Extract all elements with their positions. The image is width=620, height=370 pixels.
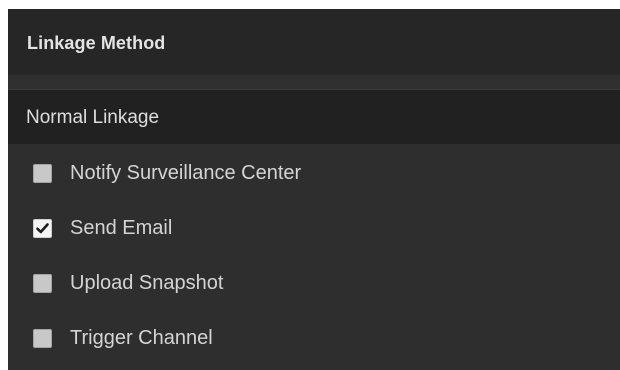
panel-title: Linkage Method [27, 33, 166, 53]
checkmark-icon [36, 223, 49, 234]
linkage-method-panel: Linkage Method Normal Linkage Notify Sur… [8, 9, 620, 370]
trigger-channel-checkbox[interactable] [33, 329, 52, 348]
linkage-options-list: Notify Surveillance Center Send Email Up… [8, 145, 620, 370]
option-notify-surveillance-center[interactable]: Notify Surveillance Center [8, 154, 620, 194]
send-email-checkbox[interactable] [33, 219, 52, 238]
option-upload-snapshot[interactable]: Upload Snapshot [8, 264, 620, 304]
upload-snapshot-checkbox[interactable] [33, 274, 52, 293]
option-label: Upload Snapshot [70, 272, 224, 294]
option-label: Send Email [70, 217, 173, 239]
header-divider [8, 75, 620, 89]
panel-header: Linkage Method [8, 9, 620, 75]
notify-surveillance-center-checkbox[interactable] [33, 164, 52, 183]
option-send-email[interactable]: Send Email [8, 209, 620, 249]
option-trigger-channel[interactable]: Trigger Channel [8, 319, 620, 359]
section-title: Normal Linkage [26, 107, 160, 128]
option-label: Trigger Channel [70, 327, 213, 349]
option-label: Notify Surveillance Center [70, 162, 302, 184]
normal-linkage-section-header: Normal Linkage [8, 89, 620, 144]
